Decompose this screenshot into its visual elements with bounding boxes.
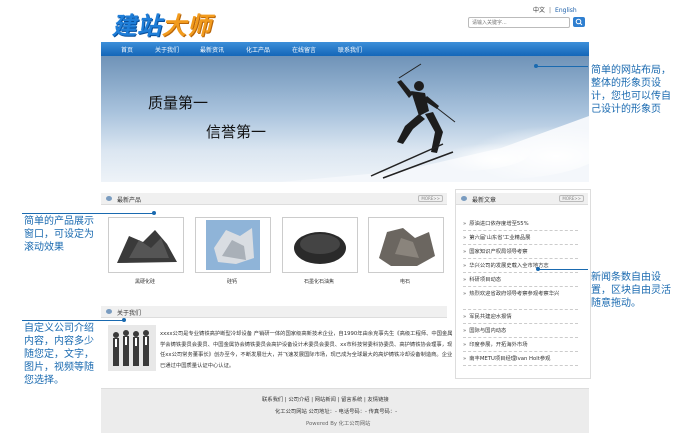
lang-chinese-link[interactable]: 中文 [533,7,545,14]
footer-links: 联系我们 | 公司介绍 | 网站新闻 | 留言系统 | 友情链接 [262,395,389,403]
footer-separator: | [311,397,314,403]
annotation-news: 新闻条数自由设置，区块自由灵活随意拖动。 [591,272,671,309]
products-more-button[interactable]: MORE>> [418,195,443,202]
footer-separator: | [364,397,366,403]
section-icon [106,309,112,314]
nav-contact[interactable]: 联系我们 [338,45,362,54]
product-image-2[interactable] [195,217,271,273]
search-input[interactable] [469,18,552,27]
lang-english-link[interactable]: English [555,7,577,14]
news-more-button[interactable]: MORE>> [559,195,584,202]
nav-news[interactable]: 最新资讯 [200,45,224,54]
footer-link-contact[interactable]: 联系我们 [262,397,283,403]
annotation-about: 自定义公司介绍内容，内容多少随您定，文字，图片，视频等随您选择。 [24,323,94,386]
product-caption-2[interactable]: 硅钙 [194,278,270,285]
annotation-layout: 简单的网站布局，整体的形象页设计，您也可以传自己设计的形象页 [591,65,671,115]
search-box [468,17,570,28]
news-item[interactable]: » 国家知识产权局领导考察 [463,247,578,259]
language-switch: 中文 | English [533,5,577,14]
news-item[interactable]: » 华兴公司的发展史载入全市地方志 [463,261,578,273]
footer-separator: | [337,397,340,403]
nav-products[interactable]: 化工产品 [246,45,270,54]
nav-message[interactable]: 在线留言 [292,45,316,54]
hero-banner [101,56,589,182]
callout-line [538,269,588,270]
site-logo[interactable]: 建站大师 [112,6,212,41]
products-header: 最新产品 MORE>> [101,193,447,205]
news-title: 最新文章 [472,197,497,204]
product-caption-4[interactable]: 电石 [367,278,443,285]
products-title: 最新产品 [117,197,142,204]
news-item[interactable]: » 国际与国内动态 [463,326,578,338]
team-photo [108,325,156,371]
main-nav: 首页 关于我们 最新资讯 化工产品 在线留言 联系我们 [101,42,589,56]
callout-dot [534,64,538,68]
section-icon [106,196,112,201]
callout-dot [152,211,156,215]
callout-dot [122,318,126,322]
product-image-1[interactable] [108,217,184,273]
footer-link-intro[interactable]: 公司介绍 [288,397,309,403]
news-item[interactable]: » 原油进口依存度增至55% [463,219,578,231]
callout-line [22,213,154,214]
news-item[interactable]: » 热烈欢迎省政府领导考察参观考察华兴 [463,289,578,310]
product-caption-3[interactable]: 石墨化石油焦 [281,278,357,285]
banner-slogan-1: 质量第一 [148,94,209,112]
news-header: 最新文章 MORE>> [456,193,588,205]
news-item[interactable]: » 科研项目动态 [463,275,578,287]
about-title: 关于我们 [117,310,142,317]
skier-illustration [281,63,589,182]
product-image-4[interactable] [368,217,444,273]
nav-about[interactable]: 关于我们 [155,45,179,54]
logo-text-2: 大师 [162,12,212,40]
annotation-products: 简单的产品展示窗口，可设定为滚动效果 [24,216,94,253]
logo-text-1: 建站 [112,12,162,40]
banner-slogan-2: 信誉第一 [206,123,267,141]
footer-contact-info: 化工公司网站 公司地址：- 电话号码：- 传真号码：- [275,409,398,415]
section-icon [461,196,467,201]
news-item[interactable]: » 第六届'山东省'工业精品展 [463,233,578,245]
product-image-3[interactable] [282,217,358,273]
about-header: 关于我们 [101,306,447,318]
nav-home[interactable]: 首页 [121,45,133,54]
search-icon[interactable] [573,17,585,27]
footer-link-message[interactable]: 留言系统 [341,397,362,403]
callout-line [22,320,124,321]
callout-dot [536,267,540,271]
footer-link-news[interactable]: 网站新闻 [315,397,336,403]
lang-separator: | [549,7,552,14]
news-item[interactable]: » 印度参展，开拓海外市场 [463,340,578,352]
product-caption-1[interactable]: 黑硬化硅 [107,278,183,285]
about-text: xxxx公司是专业铸铁高护断型冷却设备 产销研一体的国家级高新技术企业，自199… [160,331,453,369]
news-item[interactable]: » 军民共建迎水报情 [463,312,578,324]
news-item[interactable]: » 南丰METU项目经理Ivan Holt参观 [463,354,578,366]
footer-powered-by: Powered By 化工公司网站 [306,421,371,427]
footer-link-friends[interactable]: 友情链接 [368,397,389,403]
footer-separator: | [284,397,287,403]
callout-line [536,66,588,67]
